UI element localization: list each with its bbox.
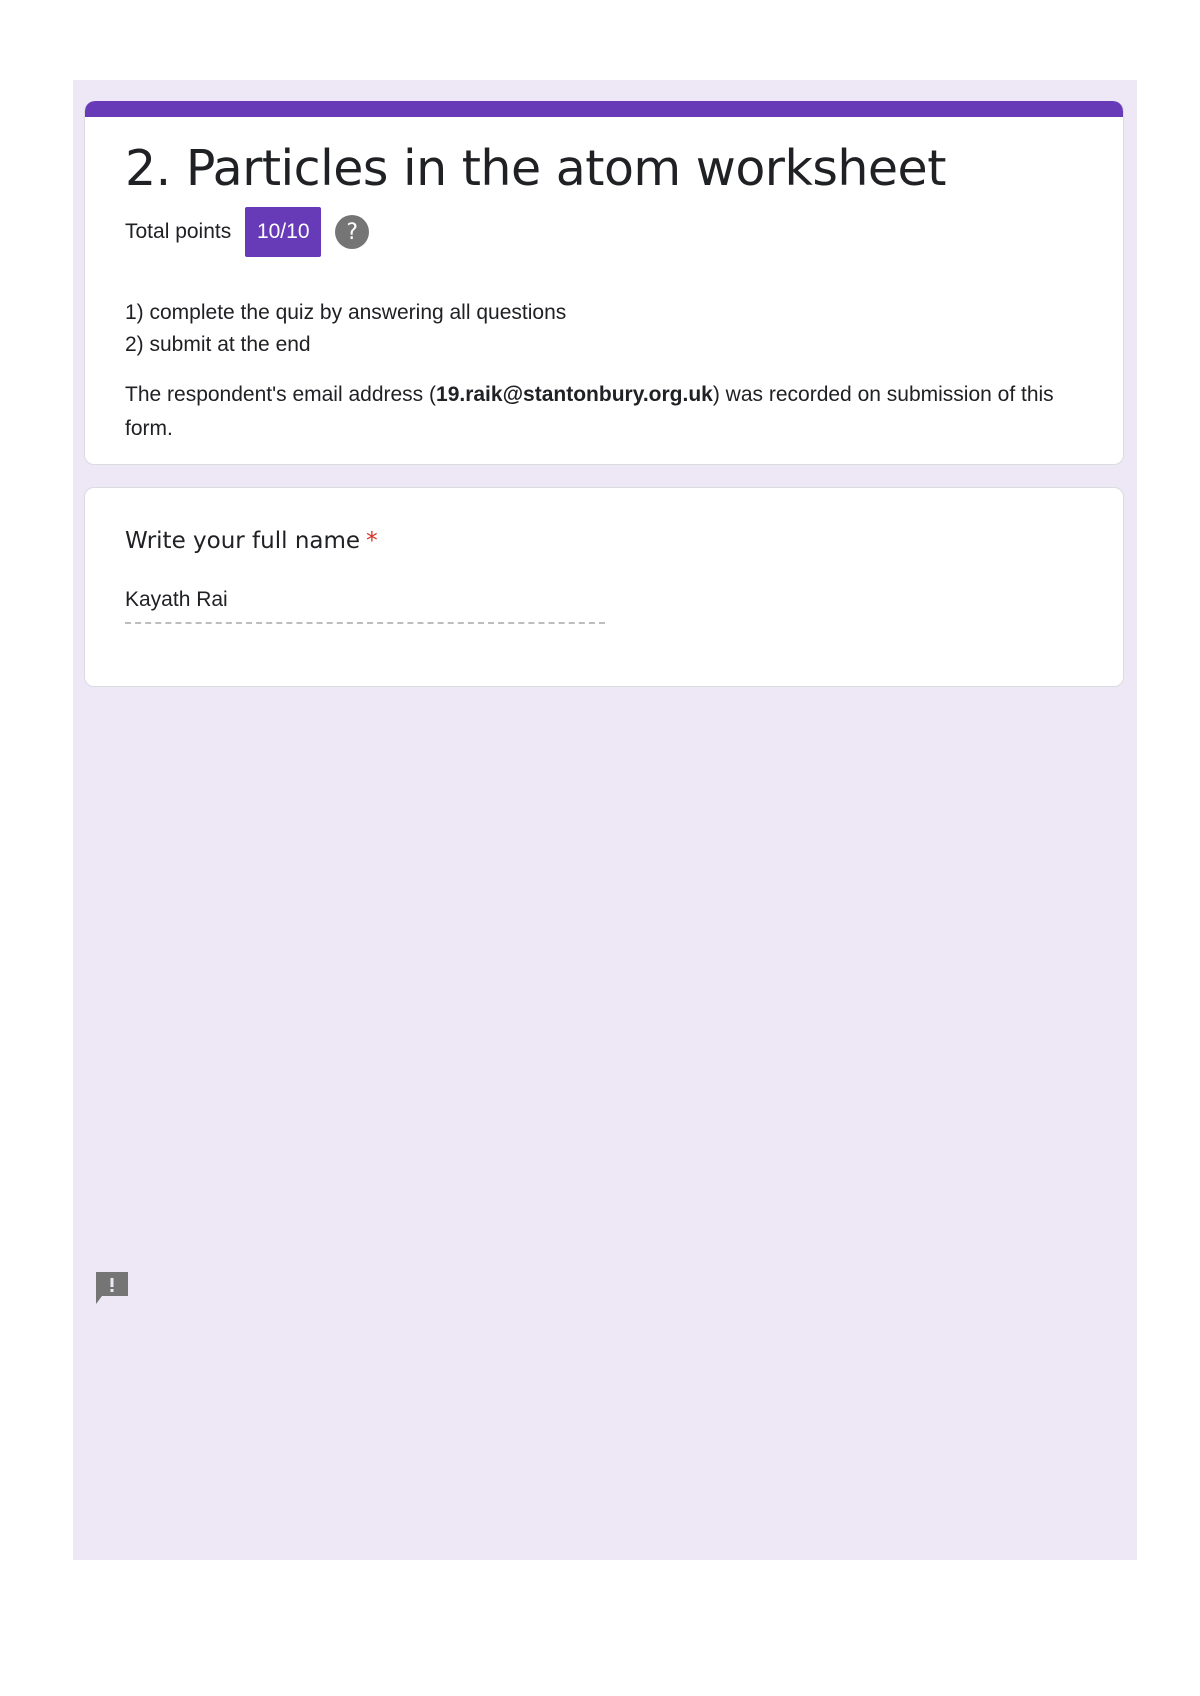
total-points-row: Total points 10/10 ?	[125, 207, 370, 257]
report-feedback-icon[interactable]	[94, 1270, 130, 1306]
feedback-icon-svg	[96, 1272, 128, 1304]
help-glyph: ?	[346, 219, 359, 245]
question-title: Write your full name *	[125, 528, 378, 554]
full-name-answer-field: Kayath Rai	[125, 586, 605, 624]
accent-bar	[85, 101, 1123, 117]
instruction-line: 2) submit at the end	[125, 333, 311, 356]
form-background: 2. Particles in the atom worksheet Total…	[73, 80, 1137, 1560]
required-asterisk: *	[366, 528, 378, 554]
help-icon[interactable]: ?	[335, 215, 370, 249]
form-title: 2. Particles in the atom worksheet	[125, 140, 946, 197]
question-title-text: Write your full name	[125, 528, 361, 554]
form-description: 1) complete the quiz by answering all qu…	[125, 297, 566, 361]
respondent-email: 19.raik@stantonbury.org.uk	[436, 383, 713, 406]
question-card-full-name: Write your full name * Kayath Rai	[84, 487, 1124, 687]
email-recorded-note: The respondent's email address (19.raik@…	[125, 378, 1085, 446]
total-points-label: Total points	[125, 220, 232, 243]
score-badge: 10/10	[245, 207, 322, 257]
full-name-answer: Kayath Rai	[125, 588, 228, 611]
email-note-prefix: The respondent's email address (	[125, 383, 437, 406]
form-header-card: 2. Particles in the atom worksheet Total…	[84, 101, 1124, 465]
instruction-line: 1) complete the quiz by answering all qu…	[125, 301, 567, 324]
